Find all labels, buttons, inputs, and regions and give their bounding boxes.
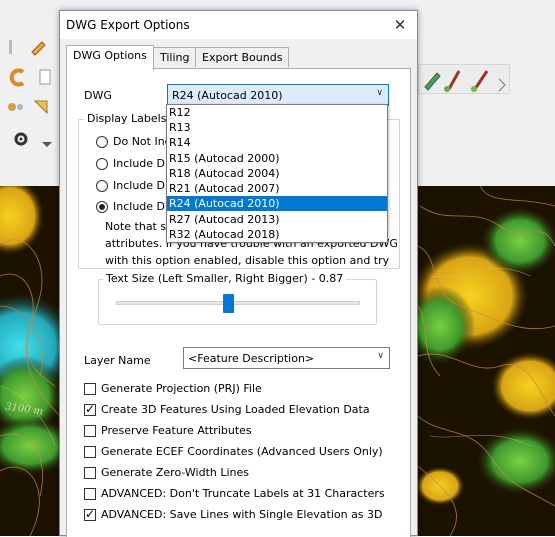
layer-name-value: <Feature Description> (188, 352, 315, 365)
text-size-slider-track[interactable] (116, 301, 360, 305)
radio-indicator (96, 136, 108, 148)
layer-name-select[interactable]: <Feature Description> ∨ (183, 347, 390, 369)
checkbox-indicator (84, 425, 96, 437)
radio-label: Do Not Inc (113, 135, 171, 148)
dropdown-option[interactable]: R32 (Autocad 2018) (167, 227, 387, 242)
toolbar-button[interactable] (28, 36, 50, 58)
toolbar-button[interactable] (10, 128, 32, 150)
right-toolbar (418, 64, 510, 94)
dropdown-option[interactable]: R13 (167, 120, 387, 135)
dropdown-option-selected[interactable]: R24 (Autocad 2010) (167, 196, 387, 211)
dwg-version-dropdown-list: R12 R13 R14 R15 (Autocad 2000) R18 (Auto… (166, 104, 388, 243)
dwg-export-dialog: DWG Export Options ✕ DWG Options Tiling … (59, 10, 418, 537)
checkbox-label: Generate Zero-Width Lines (101, 466, 250, 479)
gear-icon (14, 132, 28, 146)
toolbar-button[interactable] (8, 66, 30, 88)
checkbox-label: ADVANCED: Save Lines with Single Elevati… (101, 508, 383, 521)
checkbox-label: Preserve Feature Attributes (101, 424, 252, 437)
radio-label: Include Dis (113, 157, 174, 170)
brush-tools-icon (424, 70, 506, 92)
close-icon: ✕ (393, 16, 407, 34)
dropdown-option[interactable]: R18 (Autocad 2004) (167, 166, 387, 181)
dwg-version-select[interactable]: R24 (Autocad 2010) ∨ (167, 84, 389, 106)
chevron-down-icon: ∨ (376, 88, 383, 98)
toolbar-button[interactable] (30, 96, 52, 118)
radio-indicator (96, 201, 108, 213)
toolbar-grip-icon (9, 40, 12, 54)
radio-label: Include Dis (113, 200, 174, 213)
text-size-slider-thumb[interactable] (223, 294, 235, 313)
select-icon (39, 69, 51, 85)
checkbox-indicator (84, 488, 96, 500)
dropdown-option[interactable]: R14 (167, 135, 387, 150)
checkbox-indicator (84, 402, 96, 416)
toolbar-button[interactable] (34, 66, 56, 88)
display-labels-caption: Display Labels (84, 112, 170, 125)
dwg-version-value: R24 (Autocad 2010) (172, 89, 283, 102)
checkbox-indicator (84, 467, 96, 479)
dwg-version-label: DWG (84, 89, 112, 102)
toolbar-button[interactable] (36, 128, 58, 150)
toolbar-button[interactable] (4, 96, 26, 118)
checkbox-indicator (84, 383, 96, 395)
close-button[interactable]: ✕ (383, 11, 417, 39)
checkbox-indicator (84, 446, 96, 458)
tab-tiling[interactable]: Tiling (153, 47, 197, 67)
radio-label: Include Dis (113, 179, 174, 192)
dropdown-option[interactable]: R15 (Autocad 2000) (167, 151, 387, 166)
shapes-icon (8, 103, 23, 111)
tab-dwg-options[interactable]: DWG Options (66, 45, 154, 70)
layer-name-label: Layer Name (84, 354, 151, 367)
dropdown-option[interactable]: R27 (Autocad 2013) (167, 212, 387, 227)
toolbar-button[interactable] (8, 36, 30, 58)
dropdown-option[interactable]: R12 (167, 105, 387, 120)
note-line-2: with this option enabled, disable this o… (105, 254, 390, 267)
text-size-caption: Text Size (Left Smaller, Right Bigger) -… (103, 272, 347, 285)
edit-shape-icon (33, 100, 48, 115)
dialog-titlebar[interactable]: DWG Export Options ✕ (60, 11, 417, 39)
checkbox-label: Generate Projection (PRJ) File (101, 382, 262, 395)
dropdown-option[interactable]: R21 (Autocad 2007) (167, 181, 387, 196)
dropdown-arrow-icon (42, 142, 52, 147)
checkbox-label: Create 3D Features Using Loaded Elevatio… (101, 403, 370, 416)
dialog-title: DWG Export Options (66, 18, 190, 32)
checkbox-label: Generate ECEF Coordinates (Advanced User… (101, 445, 383, 458)
radio-indicator (96, 158, 108, 170)
tab-export-bounds[interactable]: Export Bounds (195, 47, 290, 67)
radio-indicator (96, 180, 108, 192)
rotate-icon (9, 68, 25, 87)
checkbox-label: ADVANCED: Don't Truncate Labels at 31 Ch… (101, 487, 385, 500)
checkbox-indicator (84, 507, 96, 521)
pencil-icon (31, 41, 46, 56)
chevron-down-icon: ∨ (377, 351, 384, 361)
